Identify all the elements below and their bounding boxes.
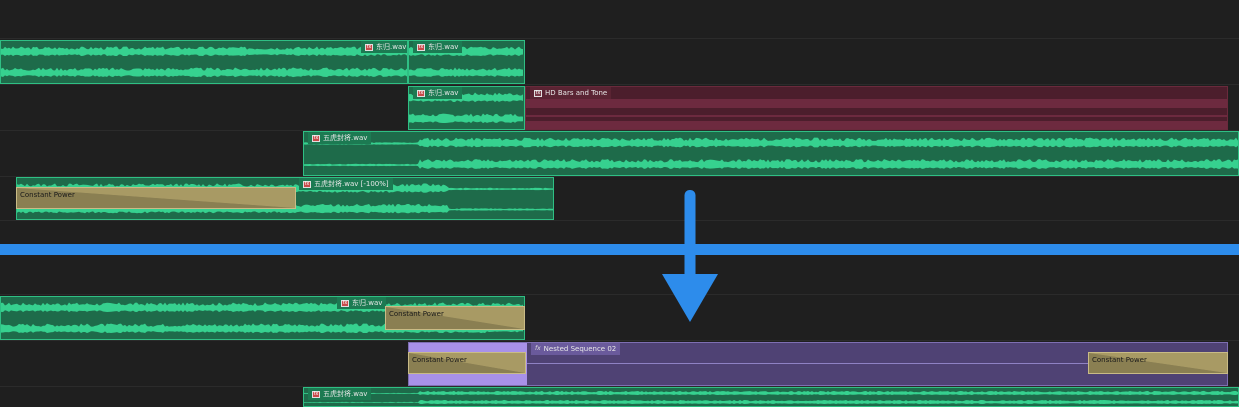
clip-label: fx 东归.wav xyxy=(337,297,387,309)
fx-icon: fx xyxy=(312,390,320,398)
hd-bars-and-tone-clip[interactable]: fx HD Bars and Tone xyxy=(525,86,1228,130)
clip-label: fx Nested Sequence 02 xyxy=(531,343,621,355)
waveform xyxy=(304,390,1238,405)
fx-icon: fx xyxy=(535,345,541,352)
audio-clip-wuhu[interactable]: fx 五虎封将.wav xyxy=(303,131,1239,176)
clip-label: fx HD Bars and Tone xyxy=(530,87,612,99)
fx-icon: fx xyxy=(365,43,373,51)
fx-icon: fx xyxy=(303,180,311,188)
track-divider xyxy=(0,340,1239,341)
fx-icon: fx xyxy=(417,89,425,97)
divider-bar xyxy=(0,244,1239,255)
fx-icon: fx xyxy=(534,89,542,97)
audio-clip-wuhu[interactable]: fx 五虎封将.wav xyxy=(303,387,1239,407)
fx-icon: fx xyxy=(417,43,425,51)
clip-label: fx 五虎封将.wav xyxy=(308,132,372,144)
bars-band xyxy=(526,121,1227,129)
clip-label: fx 五虎封将.wav [-100%] xyxy=(299,178,393,190)
waveform xyxy=(1,46,407,78)
constant-power-transition[interactable]: Constant Power xyxy=(408,352,526,374)
bars-band xyxy=(526,115,1227,117)
fx-icon: fx xyxy=(312,134,320,142)
bars-band xyxy=(526,99,1227,108)
audio-clip-donggui[interactable]: fx 东归.wav xyxy=(0,40,408,84)
track-divider xyxy=(0,220,1239,221)
clip-label: fx 东归.wav xyxy=(413,87,463,99)
clip-label: fx 东归.wav xyxy=(361,41,407,53)
fx-icon: fx xyxy=(341,299,349,307)
waveform xyxy=(304,137,1238,169)
track-divider xyxy=(0,84,1239,85)
down-arrow-icon xyxy=(662,190,718,322)
constant-power-transition[interactable]: Constant Power xyxy=(16,187,296,209)
clip-label: fx 五虎封将.wav xyxy=(308,388,372,400)
track-divider xyxy=(0,38,1239,39)
audio-clip-donggui[interactable]: fx 东归.wav xyxy=(408,40,525,84)
constant-power-transition[interactable]: Constant Power xyxy=(1088,352,1228,374)
clip-label: fx 东归.wav xyxy=(413,41,463,53)
audio-clip-donggui[interactable]: fx 东归.wav xyxy=(408,86,525,130)
constant-power-transition[interactable]: Constant Power xyxy=(385,306,525,330)
track-divider xyxy=(0,294,1239,295)
